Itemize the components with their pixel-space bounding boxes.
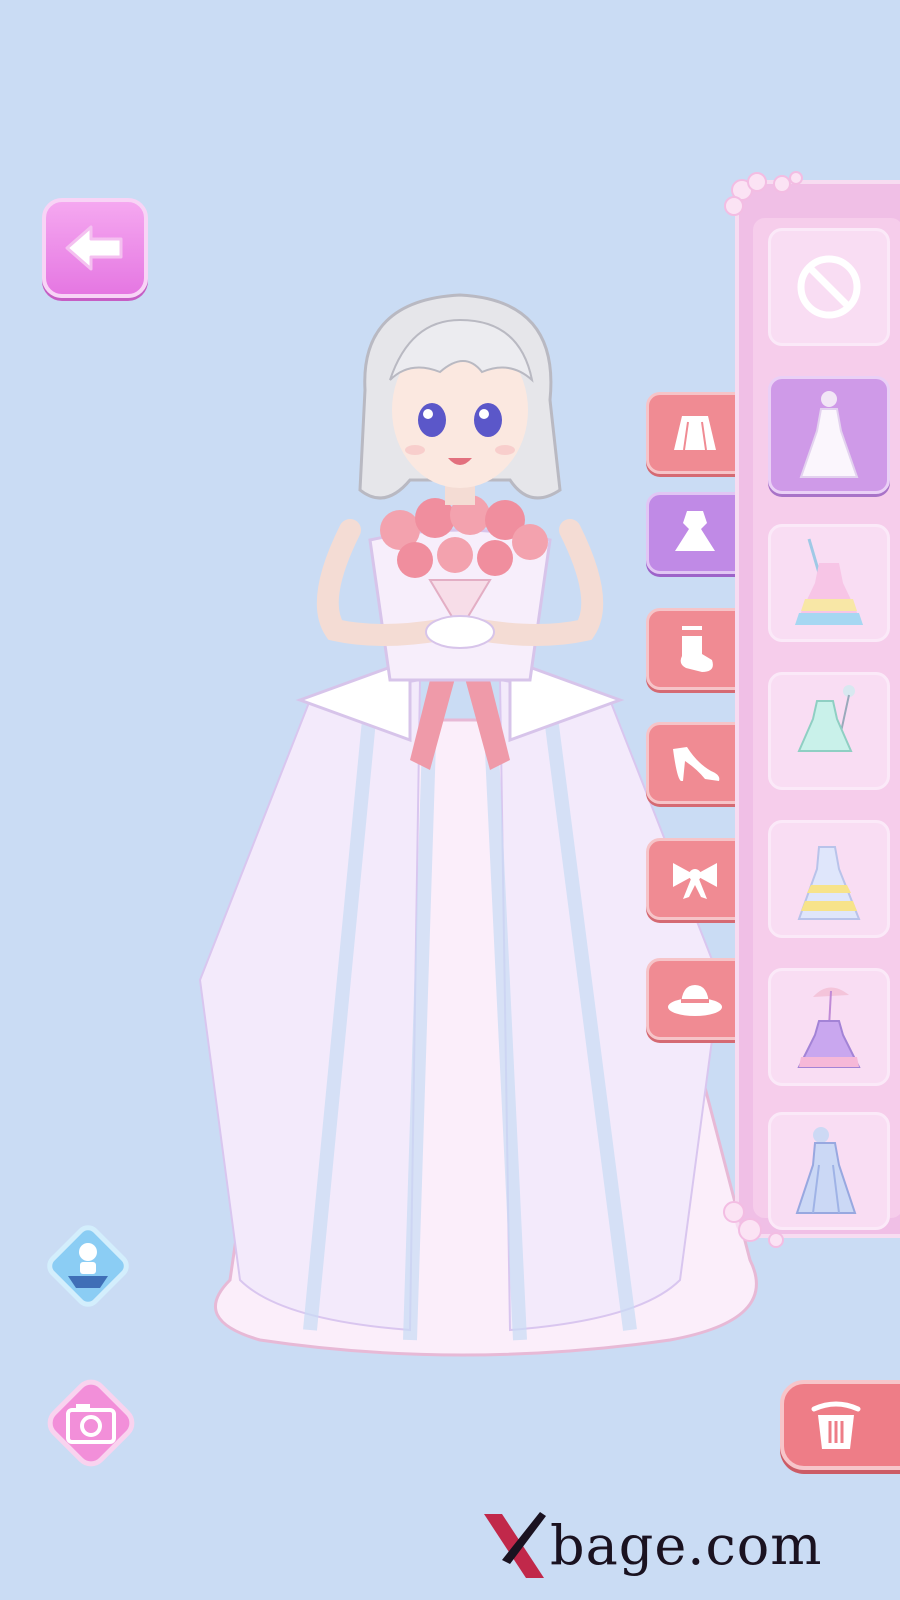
x-logo-icon [484,1512,546,1578]
mint-dress-icon [797,685,855,752]
category-tab-hat[interactable] [646,958,744,1040]
hat-icon [668,985,722,1016]
arrow-left-icon [65,225,123,271]
sock-icon [680,626,713,672]
sakura-decoration-icon [723,1201,784,1248]
white-gown-icon [799,391,859,478]
bow-icon [673,863,717,899]
no-item-icon [797,255,861,319]
item-slot-rainbow-gown[interactable] [768,524,890,642]
item-slot-none[interactable] [768,228,890,346]
watermark: bage.com [480,1505,822,1585]
watermark-text: bage.com [550,1513,823,1577]
item-slot-parasol-dress[interactable] [768,968,890,1086]
item-slot-gold-gown[interactable] [768,820,890,938]
category-tab-dress[interactable] [646,492,744,574]
category-tab-skirt[interactable] [646,392,744,474]
category-tab-socks[interactable] [646,608,744,690]
trash-icon [811,1401,861,1449]
blue-gown-icon [795,1127,857,1214]
rainbow-gown-icon [795,538,863,625]
category-tab-bow[interactable] [646,838,744,920]
parasol-dress-icon [797,987,861,1068]
camera-button[interactable] [38,1370,144,1476]
item-slot-wedding-gown[interactable] [768,376,890,494]
trash-button[interactable] [780,1380,900,1470]
dress-icon [675,511,715,551]
item-slot-mint-dress[interactable] [768,672,890,790]
pose-button[interactable] [40,1218,136,1314]
high-heel-icon [673,747,720,781]
category-tab-shoes[interactable] [646,722,744,804]
skirt-icon [674,416,716,451]
gold-gown-icon [797,846,861,920]
